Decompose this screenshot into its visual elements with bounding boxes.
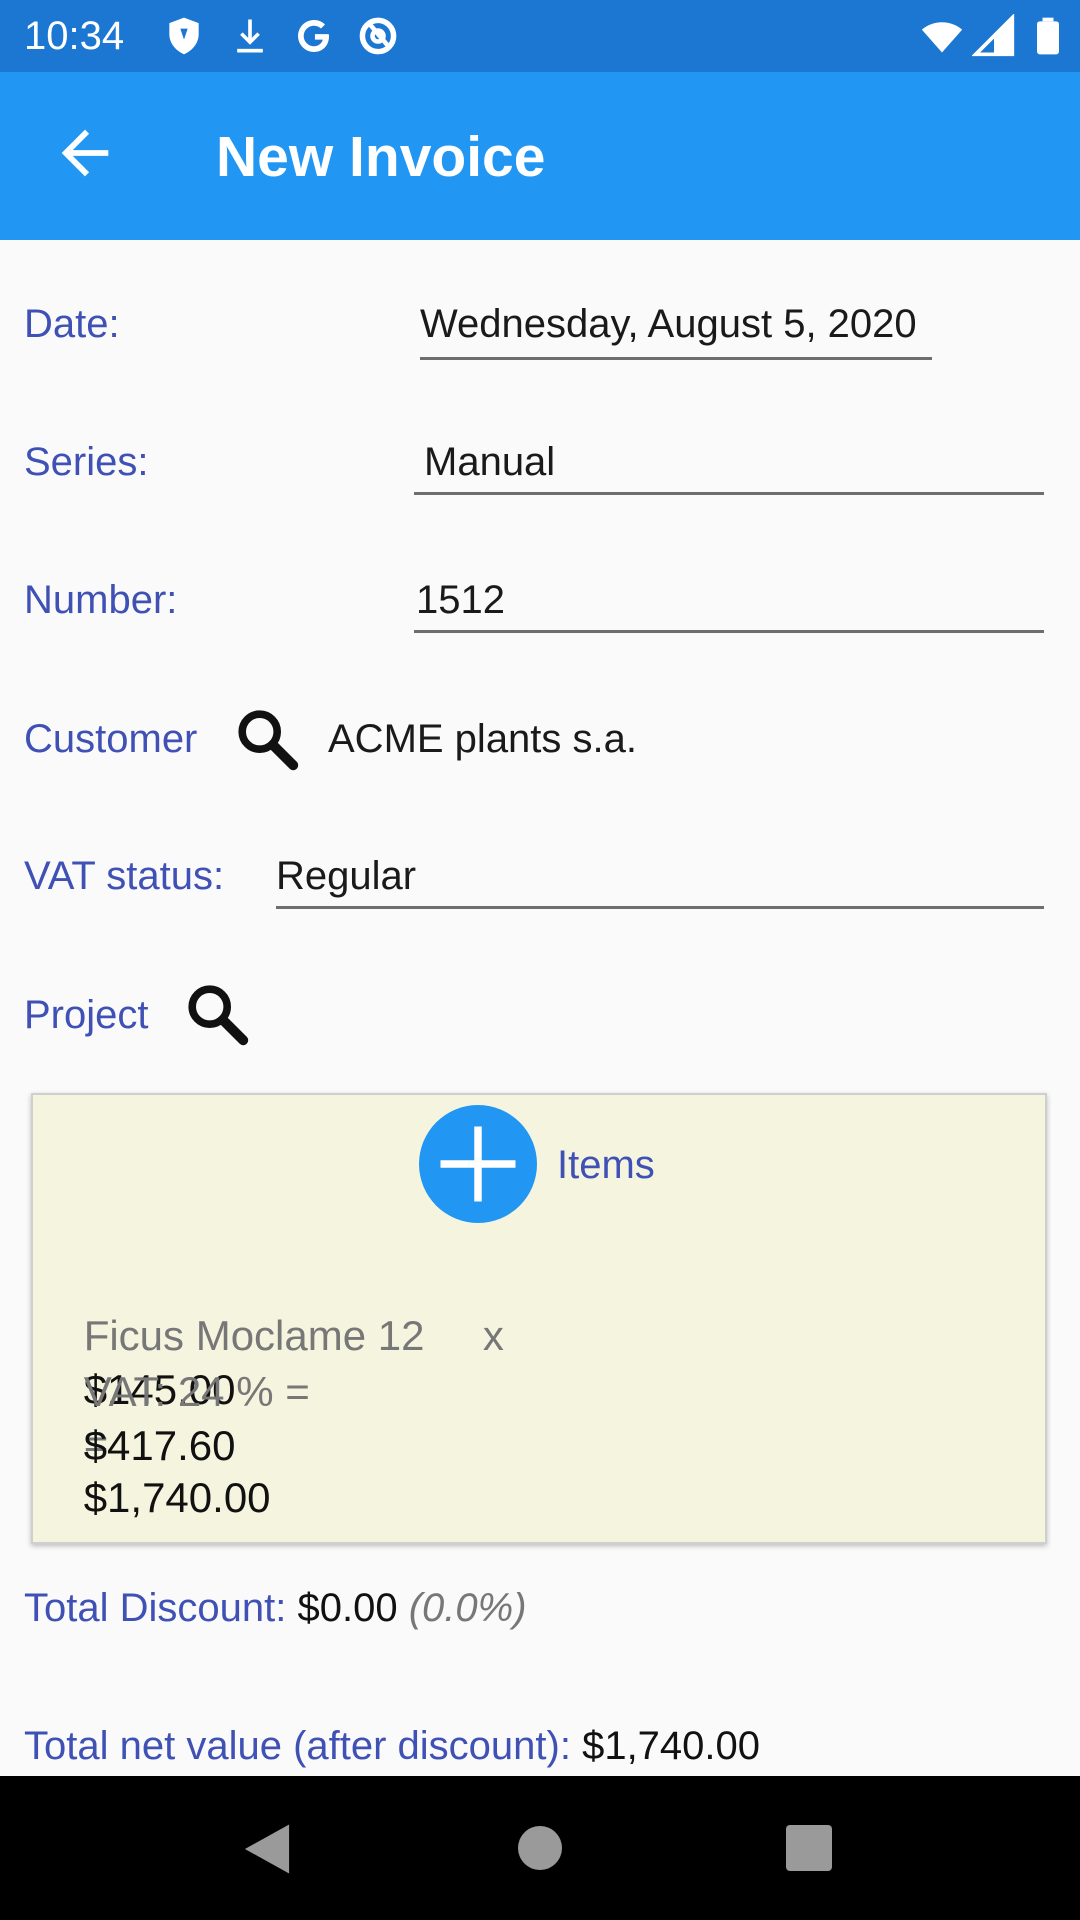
total-net-label: Total net value (after discount): [24,1724,571,1768]
total-net-row: Total net value (after discount): $1,740… [24,1722,760,1770]
vat-status-field[interactable]: Regular [276,852,1044,909]
item-vat-amount: $417.60 [83,1422,236,1469]
nav-recents-icon[interactable] [786,1825,832,1871]
items-card: Items Ficus Moclame 12 x $145.00 = $1,74… [31,1093,1047,1544]
status-time: 10:34 [24,14,125,58]
item-vat-line: VAT: 24 % = $417.60 [37,1311,310,1527]
battery-icon [1037,17,1059,55]
nav-back-icon[interactable] [242,1822,292,1876]
google-icon [298,20,330,52]
total-discount-row: Total Discount: $0.00 (0.0%) [24,1584,527,1632]
total-discount-label: Total Discount: [24,1586,287,1630]
vat-status-label: VAT status: [24,854,225,898]
navigation-bar [0,1776,1080,1920]
download-icon [237,19,263,53]
item-times: x [482,1312,504,1359]
status-bar: 10:34 [0,0,1080,72]
total-discount-percent: (0.0%) [408,1586,527,1630]
number-field[interactable]: 1512 [414,576,1044,633]
series-field[interactable]: Manual [414,438,1044,495]
series-label: Series: [24,440,149,484]
customer-search-icon[interactable] [232,704,302,774]
app-bar: New Invoice [0,72,1080,240]
number-label: Number: [24,578,178,622]
items-label: Items [557,1143,655,1187]
arrow-back-icon[interactable] [50,118,120,188]
date-label: Date: [24,302,120,346]
date-field[interactable]: Wednesday, August 5, 2020 [420,300,932,360]
page-title: New Invoice [216,125,546,189]
wifi-icon [921,22,963,53]
total-net-value: $1,740.00 [582,1724,761,1768]
customer-value: ACME plants s.a. [328,717,638,761]
project-search-icon[interactable] [182,979,252,1049]
signal-icon [972,14,1015,57]
project-label: Project [24,993,149,1037]
shield-icon [169,17,199,55]
plus-icon [440,1126,516,1202]
total-discount-value: $0.00 [297,1586,398,1630]
add-item-button[interactable] [419,1105,537,1223]
customer-label: Customer [24,717,198,761]
at-icon [359,17,397,55]
nav-home-icon[interactable] [518,1826,562,1870]
item-vat-prefix: VAT: 24 % = [83,1368,310,1415]
